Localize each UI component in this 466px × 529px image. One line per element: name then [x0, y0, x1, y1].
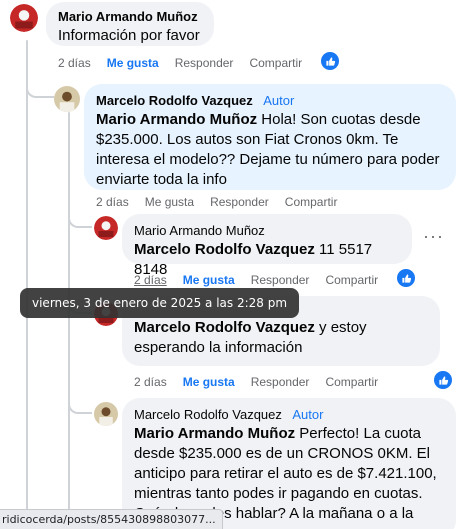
author-badge: Autor [263, 93, 295, 108]
mention-link[interactable]: Marcelo Rodolfo Vazquez [134, 319, 315, 336]
thumbs-up-icon[interactable] [321, 52, 339, 70]
comment-actions: 2 días Me gusta Responder Compartir [58, 56, 318, 70]
mention-link[interactable]: Mario Armando Muñoz [96, 111, 257, 128]
reply-button[interactable]: Responder [175, 56, 234, 70]
reply-button[interactable]: Responder [251, 375, 310, 389]
timestamp-tooltip: viernes, 3 de enero de 2025 a las 2:28 p… [20, 288, 300, 318]
comment-bubble: Mario Armando Muñoz Marcelo Rodolfo Vazq… [122, 214, 412, 278]
comment-actions: 2 días Me gusta Responder Compartir [134, 375, 394, 389]
avatar[interactable] [54, 86, 80, 112]
thread-line [26, 40, 28, 529]
comment-author[interactable]: Marcelo Rodolfo Vazquez [134, 407, 282, 422]
like-button[interactable]: Me gusta [183, 273, 235, 287]
avatar[interactable] [94, 216, 118, 240]
comment-author[interactable]: Marcelo Rodolfo Vazquez [96, 93, 253, 108]
thread-line [68, 112, 70, 529]
comment-bubble: Mario Armando Muñoz Información por favo… [46, 2, 214, 46]
share-button[interactable]: Compartir [285, 195, 338, 209]
comment-text: Marcelo Rodolfo Vazquez y estoy esperand… [134, 318, 428, 358]
like-button[interactable]: Me gusta [145, 195, 194, 209]
comment-author[interactable]: Mario Armando Muñoz [134, 223, 265, 238]
share-button[interactable]: Compartir [325, 375, 378, 389]
reply-button[interactable]: Responder [251, 273, 310, 287]
author-badge: Autor [292, 407, 324, 422]
comment-time[interactable]: 2 días [96, 195, 129, 209]
like-button[interactable]: Me gusta [183, 375, 235, 389]
avatar[interactable] [94, 402, 118, 426]
comment-actions: 2 días Me gusta Responder Compartir [134, 273, 394, 287]
thread-connector [68, 396, 92, 414]
thumbs-up-icon[interactable] [434, 371, 452, 389]
comment-time[interactable]: 2 días [58, 56, 91, 70]
comment-bubble: Marcelo Rodolfo Vazquez Autor Mario Arma… [84, 84, 456, 190]
thumbs-up-icon[interactable] [397, 269, 415, 287]
comment-time[interactable]: 2 días [134, 273, 167, 287]
thread-connector [26, 78, 54, 98]
reply-button[interactable]: Responder [210, 195, 269, 209]
more-options-icon[interactable]: ··· [423, 226, 444, 247]
avatar[interactable] [10, 4, 38, 32]
mention-link[interactable]: Mario Armando Muñoz [134, 425, 295, 442]
mention-link[interactable]: Marcelo Rodolfo Vazquez [134, 241, 315, 258]
comment-actions: 2 días Me gusta Responder Compartir [96, 195, 353, 209]
status-bar-url: ridicocerda/posts/855430898803077... [0, 509, 223, 529]
like-button[interactable]: Me gusta [107, 56, 159, 70]
comment-text: Mario Armando Muñoz Hola! Son cuotas des… [96, 110, 444, 190]
comment-time[interactable]: 2 días [134, 375, 167, 389]
thread-connector [68, 210, 92, 228]
comment-text: Información por favor [58, 27, 200, 44]
share-button[interactable]: Compartir [325, 273, 378, 287]
comment-author[interactable]: Mario Armando Muñoz [58, 9, 198, 24]
share-button[interactable]: Compartir [249, 56, 302, 70]
